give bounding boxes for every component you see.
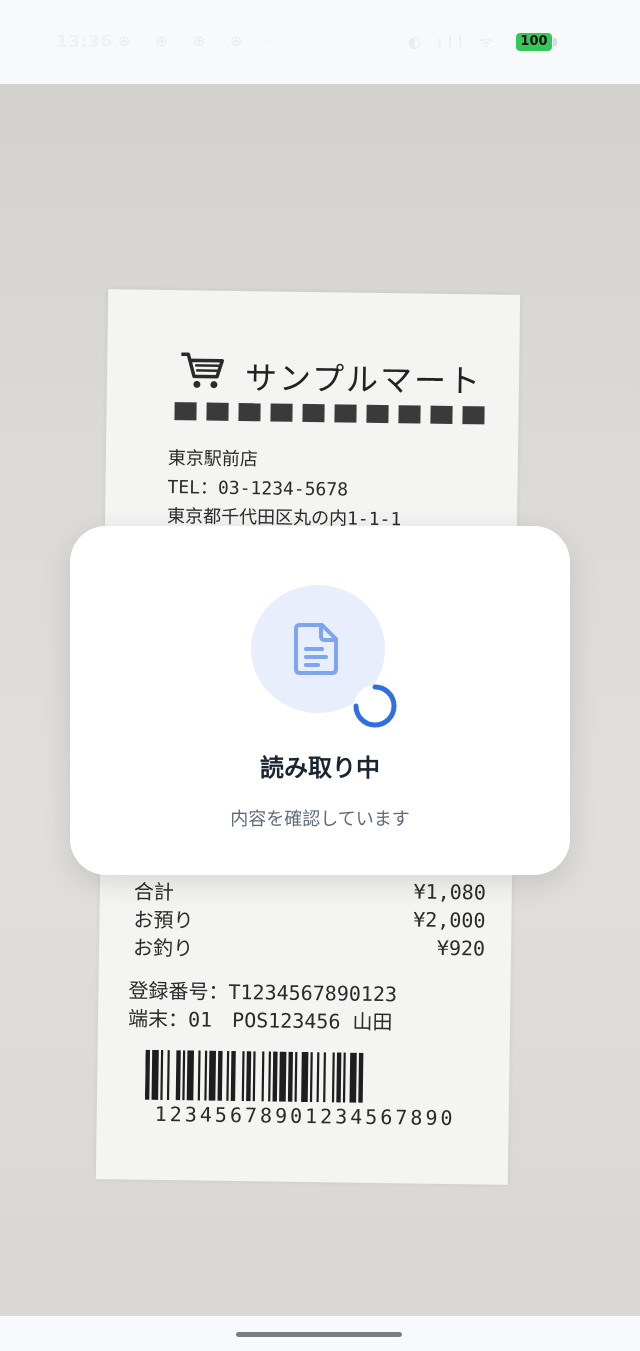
receipt-tel: TEL：03-1234-5678: [167, 477, 349, 501]
battery-icon: 100: [516, 33, 552, 51]
loading-dialog: 読み取り中 内容を確認しています: [70, 526, 570, 875]
receipt-paid-label: お預り: [133, 907, 194, 933]
battery-cap: [553, 38, 557, 46]
loading-subtitle: 内容を確認しています: [230, 809, 410, 830]
receipt-terminal: 端末：01 POS123456 山田: [127, 1006, 393, 1035]
receipt-change-value: ¥920: [436, 935, 486, 961]
shopping-cart-icon: [181, 352, 224, 389]
bottom-bar: [0, 1316, 640, 1351]
receipt-branch: 東京駅前店: [167, 448, 259, 471]
home-indicator[interactable]: [236, 1332, 402, 1337]
receipt-paid-row: お預り ¥2,000: [133, 904, 486, 932]
status-time: 13:36: [56, 32, 113, 52]
barcode-icon: [144, 1049, 364, 1103]
status-bar: 13:36 ⊕ ⊕ ⊕ ⊕ · ◐ ıll ᯤ 100: [0, 0, 640, 84]
loading-title: 読み取り中: [260, 754, 380, 782]
receipt-total-label: 合計: [133, 879, 174, 905]
loading-spinner-icon: [353, 684, 397, 728]
receipt-change-label: お釣り: [132, 935, 194, 961]
receipt-total-row: 合計 ¥1,080: [134, 876, 486, 904]
notification-icons: ⊕ ⊕ ⊕ ⊕ ·: [118, 32, 283, 50]
receipt-store-name: サンプルマート: [244, 359, 483, 401]
receipt-total-value: ¥1,080: [413, 879, 487, 905]
receipt-pattern: [174, 402, 485, 425]
signal-wifi-icons: ◐ ıll ᯤ: [408, 33, 499, 51]
barcode-number: 12345678901234567890: [154, 1101, 456, 1131]
document-icon: [294, 623, 338, 675]
receipt-change-row: お釣り ¥920: [133, 932, 485, 961]
receipt-paid-value: ¥2,000: [413, 907, 486, 933]
